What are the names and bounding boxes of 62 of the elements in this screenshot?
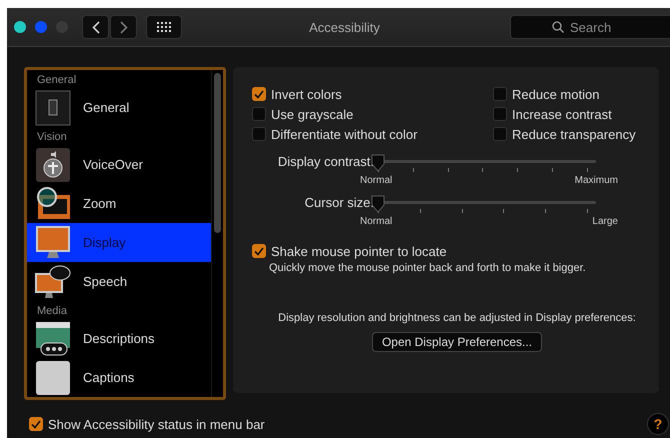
min-label: Normal (360, 216, 392, 227)
info-text: Display resolution and brightness can be adjusted in Display preferences: (277, 312, 637, 324)
tick-mark (448, 168, 449, 172)
checkbox[interactable] (252, 107, 266, 121)
section-header: Media (36, 304, 68, 319)
tick-mark (482, 168, 484, 172)
sidebar-item[interactable]: Zoom (27, 184, 211, 223)
max-label: Maximum (574, 175, 618, 186)
caption-bubble-icon (35, 320, 71, 356)
sidebar-item[interactable]: Speech (27, 262, 211, 301)
checkbox-label: Reduce transparency (512, 126, 636, 142)
back-button[interactable] (82, 15, 109, 39)
checkbox-label: Differentiate without color (271, 126, 418, 142)
checkbox[interactable] (493, 87, 507, 101)
forward-button[interactable] (110, 15, 137, 39)
checkbox[interactable] (252, 127, 266, 141)
sidebar-item[interactable]: General (27, 88, 211, 127)
close-button[interactable] (14, 21, 26, 33)
checkbox-label: Shake mouse pointer to locate (271, 244, 447, 258)
tick-mark (420, 209, 421, 213)
help-button[interactable]: ? (647, 413, 669, 435)
search-field[interactable]: Search (510, 15, 670, 39)
description-text: Quickly move the mouse pointer back and forth to make it bigger. (269, 262, 587, 274)
tick-mark (586, 168, 588, 172)
tick-mark (517, 168, 518, 172)
section-header: Vision (36, 130, 68, 145)
scrollbar-thumb[interactable] (214, 73, 221, 233)
monitor-icon (35, 224, 71, 260)
tick-mark (586, 209, 588, 213)
max-label: Large (592, 216, 618, 227)
magnifier-window-icon (35, 186, 71, 222)
checkbox[interactable] (493, 127, 507, 141)
tick-mark (462, 209, 463, 213)
checkbox-label: Increase contrast (512, 106, 612, 122)
checkbox-label: Reduce motion (512, 86, 600, 102)
captions-icon (35, 360, 71, 396)
checkbox[interactable] (252, 244, 266, 258)
min-label: Normal (360, 175, 392, 186)
checkbox-label: Show Accessibility status in menu bar (48, 416, 265, 432)
show-all-button[interactable] (146, 15, 182, 39)
window-title: Accessibility (308, 20, 381, 34)
chevron-right-icon (120, 20, 128, 34)
speech-bubble-monitor-icon (35, 264, 71, 300)
sidebar-item[interactable]: VoiceOver (27, 145, 211, 184)
checkbox[interactable] (493, 107, 507, 121)
chevron-left-icon (92, 20, 100, 34)
grid-icon (157, 22, 171, 32)
tick-mark (545, 209, 546, 213)
checkbox-label: Use grayscale (271, 106, 354, 122)
tick-mark (552, 168, 554, 172)
section-header: General (36, 73, 78, 88)
tick-mark (503, 209, 504, 213)
checkbox[interactable] (29, 417, 43, 431)
accessibility-figure-icon (35, 146, 71, 182)
sidebar-item[interactable]: Descriptions (27, 319, 211, 358)
tick-mark (412, 168, 414, 172)
checkbox-label: Invert colors (271, 86, 342, 102)
open-display-preferences-button[interactable]: Open Display Preferences... (372, 332, 542, 352)
switch-icon (35, 90, 71, 126)
sidebar-item[interactable]: Captions (27, 358, 211, 397)
checkbox[interactable] (252, 87, 266, 101)
minimize-button[interactable] (35, 21, 47, 33)
